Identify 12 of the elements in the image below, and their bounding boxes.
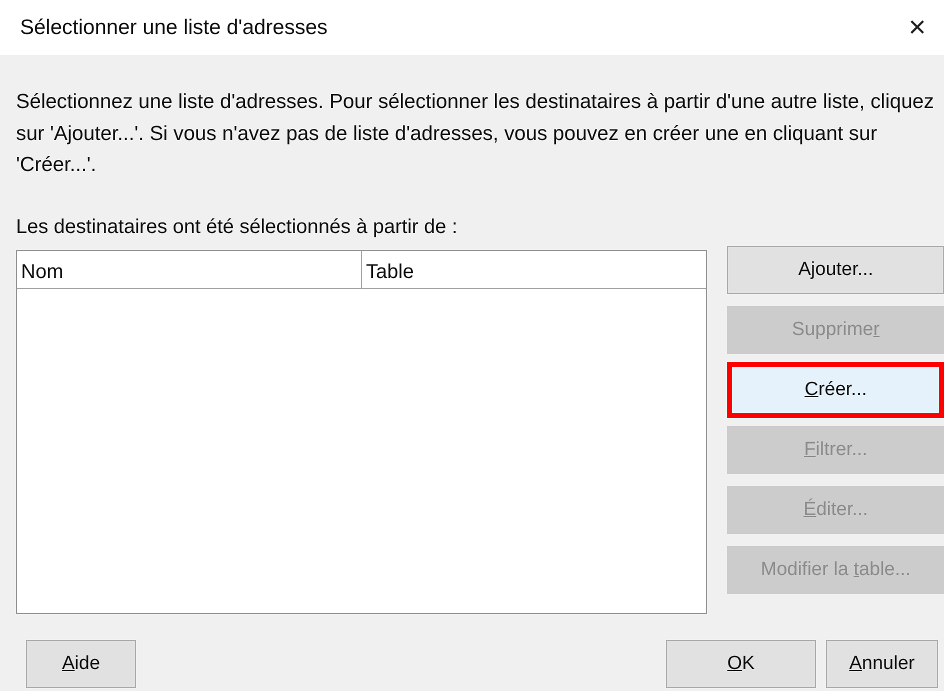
dialog-button[interactable]: OK bbox=[666, 640, 816, 688]
address-list-table[interactable]: Nom Table bbox=[16, 250, 708, 614]
description-text: Sélectionnez une liste d'adresses. Pour sélectionner les destinataires à partir d'une autre liste, cliquez sur 'Ajouter...'. Si vous n'avez pas de liste d'adresses, vous pouvez en créer une en cliquant sur 'Créer...'. bbox=[16, 90, 935, 178]
window-title: Sélectionner une liste d'adresses bbox=[20, 14, 328, 41]
column-header[interactable]: Nom bbox=[17, 250, 362, 288]
dialog-button[interactable]: Annuler bbox=[826, 640, 938, 688]
dialog-button[interactable]: Créer... bbox=[727, 362, 944, 418]
dialog-button[interactable]: Ajouter... bbox=[727, 246, 944, 294]
column-header[interactable]: Table bbox=[362, 250, 706, 288]
close-button[interactable]: × bbox=[902, 12, 932, 42]
help-button[interactable]: Aide bbox=[26, 640, 136, 688]
source-label: Les destinataires ont été sélectionnés à partir de : bbox=[16, 214, 458, 240]
